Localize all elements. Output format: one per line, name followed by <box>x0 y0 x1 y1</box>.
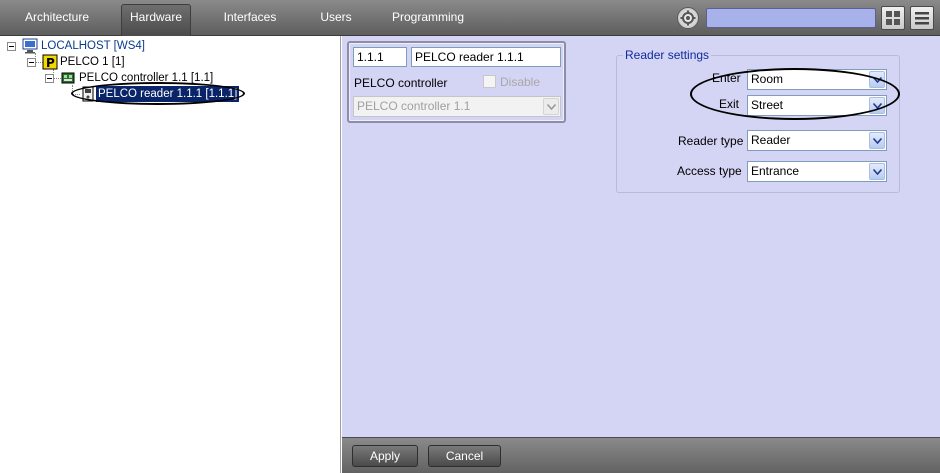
reader-type-select-value: Reader <box>751 133 791 147</box>
disable-label: Disable <box>500 75 541 89</box>
action-bar: Apply Cancel <box>342 437 940 473</box>
reader-type-label: Reader type <box>678 134 744 148</box>
hardware-tree: LOCALHOST [WS4] P PELCO 1 [1] PELCO cont… <box>0 36 341 473</box>
collapse-toggle[interactable] <box>45 74 54 83</box>
computer-icon <box>22 38 38 54</box>
reader-settings-title: Reader settings <box>623 48 712 62</box>
tab-hardware[interactable]: Hardware <box>121 4 191 36</box>
exit-label: Exit <box>719 97 740 111</box>
tree-node-localhost[interactable]: LOCALHOST [WS4] <box>0 38 340 54</box>
collapse-toggle[interactable] <box>7 42 16 51</box>
tab-architecture[interactable]: Architecture <box>14 5 100 31</box>
tree-node-label: PELCO reader 1.1.1 [1.1.1] <box>96 86 240 102</box>
svg-text:P: P <box>46 56 55 70</box>
disable-checkbox[interactable] <box>483 75 496 88</box>
pelco-icon: P <box>42 54 58 70</box>
grid-view-icon[interactable] <box>881 6 905 30</box>
chevron-down-icon[interactable] <box>869 71 885 88</box>
top-navigation-bar: Architecture Hardware Interfaces Users P… <box>0 0 940 36</box>
collapse-toggle[interactable] <box>27 58 36 67</box>
controller-icon <box>60 70 76 86</box>
enter-label: Enter <box>712 71 741 85</box>
exit-select-value: Street <box>751 98 784 112</box>
search-input[interactable] <box>706 8 876 28</box>
chevron-down-icon[interactable] <box>543 98 559 115</box>
object-name-field[interactable] <box>411 47 561 67</box>
tree-node-pelco[interactable]: P PELCO 1 [1] <box>0 54 340 70</box>
tab-interfaces[interactable]: Interfaces <box>216 5 284 31</box>
exit-select[interactable]: Street <box>747 95 887 116</box>
parent-select[interactable]: PELCO controller 1.1 <box>353 96 561 117</box>
tree-node-label: LOCALHOST [WS4] <box>41 40 145 52</box>
parent-label: PELCO controller <box>354 76 448 90</box>
properties-panel: PELCO controller Disable PELCO controlle… <box>342 36 940 437</box>
enter-select-value: Room <box>751 72 784 86</box>
access-type-select-value: Entrance <box>751 164 800 178</box>
access-type-label: Access type <box>677 164 742 178</box>
cancel-button[interactable]: Cancel <box>428 445 501 467</box>
access-type-select[interactable]: Entrance <box>747 161 887 182</box>
tab-programming[interactable]: Programming <box>386 5 470 31</box>
object-id-field[interactable] <box>353 47 407 67</box>
parent-select-value: PELCO controller 1.1 <box>357 99 471 113</box>
tree-node-controller[interactable]: PELCO controller 1.1 [1.1] <box>0 70 340 86</box>
reader-icon <box>80 86 96 102</box>
chevron-down-icon[interactable] <box>869 97 885 114</box>
apply-button[interactable]: Apply <box>352 445 418 467</box>
reader-type-select[interactable]: Reader <box>747 130 887 151</box>
tree-node-reader[interactable]: PELCO reader 1.1.1 [1.1.1] <box>0 86 340 102</box>
chevron-down-icon[interactable] <box>869 163 885 180</box>
chevron-down-icon[interactable] <box>869 132 885 149</box>
tab-users[interactable]: Users <box>310 5 362 31</box>
enter-select[interactable]: Room <box>747 69 887 90</box>
tree-node-label: PELCO controller 1.1 [1.1] <box>79 72 214 84</box>
gear-icon[interactable] <box>677 7 699 29</box>
reader-settings-group: Reader settings Enter Room Exit Street R… <box>616 48 900 193</box>
object-identity-box: PELCO controller Disable PELCO controlle… <box>347 41 566 123</box>
menu-icon[interactable] <box>910 6 934 30</box>
tree-node-label: PELCO 1 [1] <box>60 56 125 68</box>
